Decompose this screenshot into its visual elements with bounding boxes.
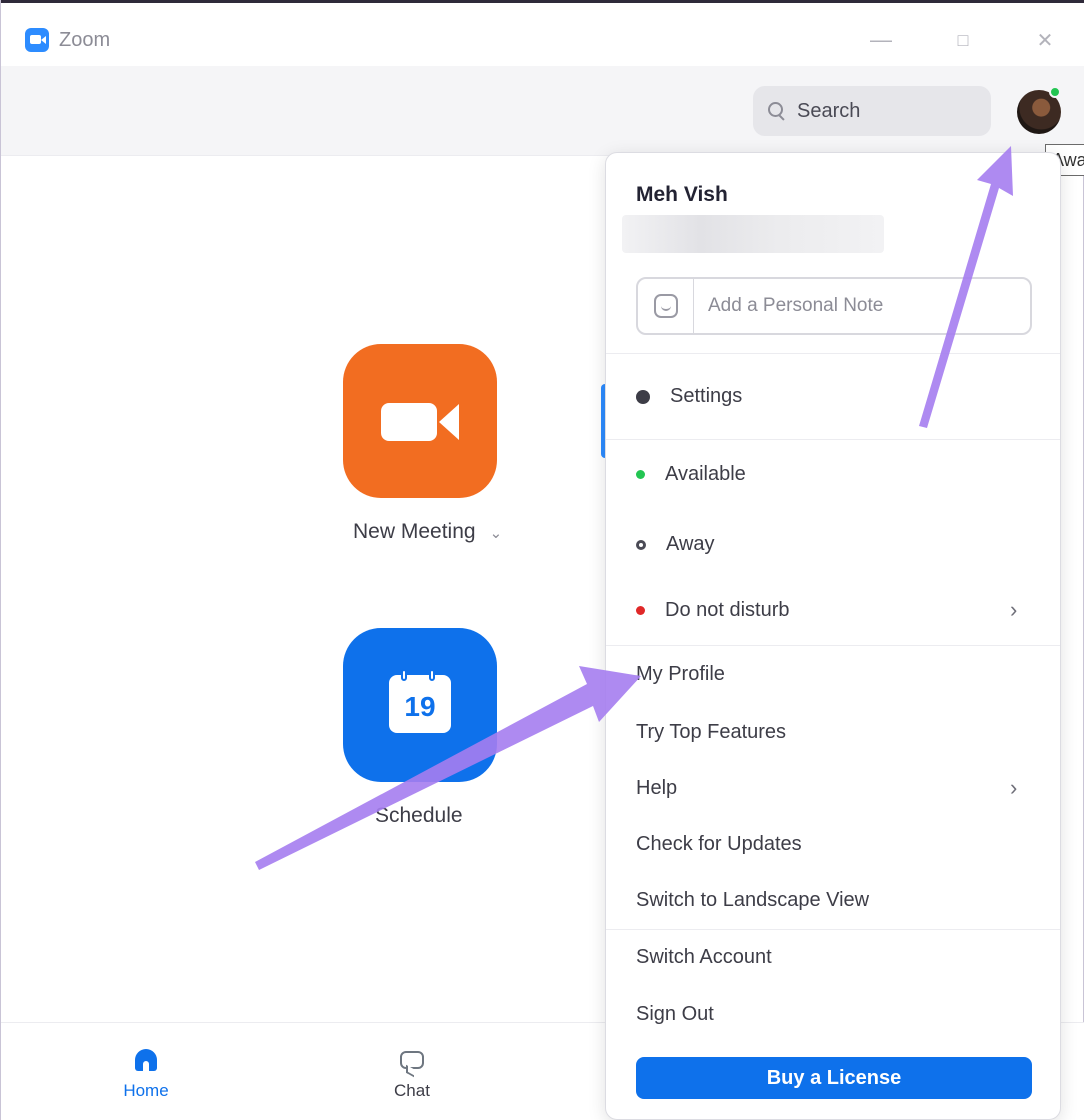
gear-icon	[636, 389, 650, 404]
menu-divider	[606, 439, 1060, 440]
search-box[interactable]: Search	[753, 86, 991, 136]
menu-divider	[606, 645, 1060, 646]
menu-item-my-profile[interactable]: My Profile	[636, 663, 725, 686]
menu-item-away-label: Away	[666, 533, 715, 555]
home-icon	[135, 1049, 157, 1071]
window-title: Zoom	[59, 29, 111, 51]
away-status-dot	[636, 539, 646, 550]
maximize-button[interactable]: □	[943, 23, 983, 57]
minimize-button[interactable]: —	[861, 23, 901, 57]
personal-note-input[interactable]: Add a Personal Note	[636, 277, 1032, 335]
menu-divider	[606, 929, 1060, 930]
calendar-icon: 19	[389, 669, 451, 733]
menu-divider	[606, 353, 1060, 354]
menu-item-switch-to-landscape-view[interactable]: Switch to Landscape View	[636, 889, 869, 912]
schedule-button[interactable]: 19	[343, 628, 497, 782]
new-meeting-label: New Meeting	[353, 520, 476, 543]
chat-icon	[400, 1051, 424, 1069]
nav-home-label: Home	[123, 1081, 169, 1100]
do-not-disturb-status-dot	[636, 606, 645, 615]
menu-item-available[interactable]: Available	[636, 463, 746, 486]
user-name: Meh Vish	[636, 183, 728, 206]
menu-item-available-label: Available	[665, 463, 746, 485]
nav-chat[interactable]: Chat	[367, 1023, 457, 1120]
menu-item-away[interactable]: Away	[636, 533, 715, 556]
chevron-right-icon: ›	[1010, 597, 1018, 622]
nav-home[interactable]: Home	[101, 1023, 191, 1120]
search-icon	[767, 101, 787, 121]
new-meeting-button[interactable]	[343, 344, 497, 498]
user-email-redacted	[622, 215, 884, 253]
menu-item-try-top-features[interactable]: Try Top Features	[636, 721, 786, 744]
video-camera-lens-icon	[439, 404, 459, 440]
menu-item-check-for-updates[interactable]: Check for Updates	[636, 833, 802, 856]
menu-item-switch-account[interactable]: Switch Account	[636, 946, 772, 969]
zoom-logo-icon	[25, 28, 49, 52]
title-bar[interactable]: Zoom — □ ✕	[1, 0, 1084, 66]
menu-item-sign-out[interactable]: Sign Out	[636, 1003, 714, 1026]
menu-item-settings-label: Settings	[670, 385, 743, 407]
available-status-dot	[636, 470, 645, 479]
emoji-button[interactable]	[638, 279, 694, 333]
chevron-down-icon[interactable]: ⌄	[490, 524, 503, 542]
personal-note-placeholder: Add a Personal Note	[708, 295, 884, 316]
presence-indicator	[1049, 86, 1061, 98]
menu-item-do-not-disturb[interactable]: Do not disturb	[636, 599, 790, 622]
menu-item-do-not-disturb-label: Do not disturb	[665, 599, 790, 621]
buy-license-button[interactable]: Buy a License	[636, 1057, 1032, 1099]
profile-menu: Meh Vish Add a Personal Note Settings Av…	[605, 152, 1061, 1120]
smile-icon	[653, 294, 678, 318]
zoom-window: Zoom — □ ✕ Search Away New Meeting ⌄ 19 S…	[0, 0, 1084, 1120]
close-button[interactable]: ✕	[1025, 23, 1065, 57]
chevron-right-icon: ›	[1010, 775, 1018, 800]
search-label: Search	[797, 99, 861, 122]
new-meeting-label-row[interactable]: New Meeting ⌄	[353, 520, 502, 544]
schedule-label: Schedule	[375, 804, 463, 827]
menu-item-settings[interactable]: Settings	[636, 385, 742, 408]
menu-item-help[interactable]: Help	[636, 777, 677, 800]
video-camera-icon	[381, 403, 437, 441]
calendar-day: 19	[404, 691, 436, 722]
nav-chat-label: Chat	[394, 1081, 430, 1100]
